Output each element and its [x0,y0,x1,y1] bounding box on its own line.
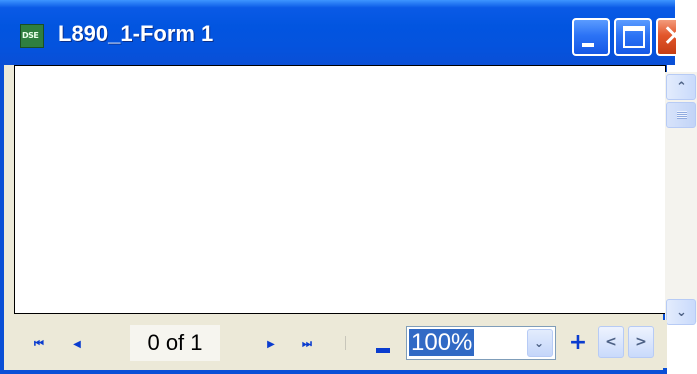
vertical-scrollbar[interactable]: ⌃ ⌄ [665,72,697,325]
maximize-button[interactable] [614,18,652,56]
app-icon-text: DSE [22,31,39,40]
last-page-button[interactable]: ⏭ [292,326,322,360]
zoom-out-button[interactable] [368,326,398,360]
zoom-out-icon [376,348,390,353]
next-page-icon: ▶ [267,339,275,350]
zoom-select[interactable]: 100% ⌄ [406,326,556,360]
window-title: L890_1-Form 1 [58,21,214,46]
grip-icon [677,111,687,119]
previous-page-icon: ◀ [73,339,81,350]
zoom-value[interactable]: 100% [409,329,475,356]
chevron-left-icon: < [605,334,617,350]
toolbar-divider [345,336,346,350]
report-viewer-window: DSE L890_1-Form 1 ✕ [0,0,676,374]
zoom-in-button[interactable]: + [566,326,590,360]
chevron-down-icon: ⌄ [534,336,545,350]
zoom-dropdown-button[interactable]: ⌄ [527,329,553,357]
viewer-toolbar: ⏮ ◀ 0 of 1 ▶ ⏭ 100% ⌄ + < > [10,320,667,368]
dse-app-icon: DSE [20,24,44,48]
maximize-icon [623,26,645,48]
chevron-right-icon: > [635,334,647,350]
scroll-thumb[interactable] [666,102,696,128]
last-page-icon: ⏭ [302,337,312,350]
previous-page-button[interactable]: ◀ [62,326,92,360]
chevron-down-icon: ⌄ [676,305,687,320]
scroll-up-button[interactable]: ⌃ [666,74,696,100]
first-page-icon: ⏮ [34,337,44,350]
minimize-icon [582,43,594,47]
next-page-button[interactable]: ▶ [256,326,286,360]
first-page-button[interactable]: ⏮ [24,326,54,360]
scroll-left-button[interactable]: < [598,326,624,358]
page-indicator: 0 of 1 [130,325,220,361]
zoom-in-icon: + [568,330,588,355]
title-bar[interactable]: DSE L890_1-Form 1 ✕ [0,0,676,65]
close-icon: ✕ [662,20,676,54]
minimize-button[interactable] [572,18,610,56]
scroll-down-button[interactable]: ⌄ [666,299,696,325]
report-content-area[interactable] [14,65,666,314]
close-button[interactable]: ✕ [656,18,676,56]
chevron-up-icon: ⌃ [676,80,687,95]
scroll-right-button[interactable]: > [628,326,654,358]
